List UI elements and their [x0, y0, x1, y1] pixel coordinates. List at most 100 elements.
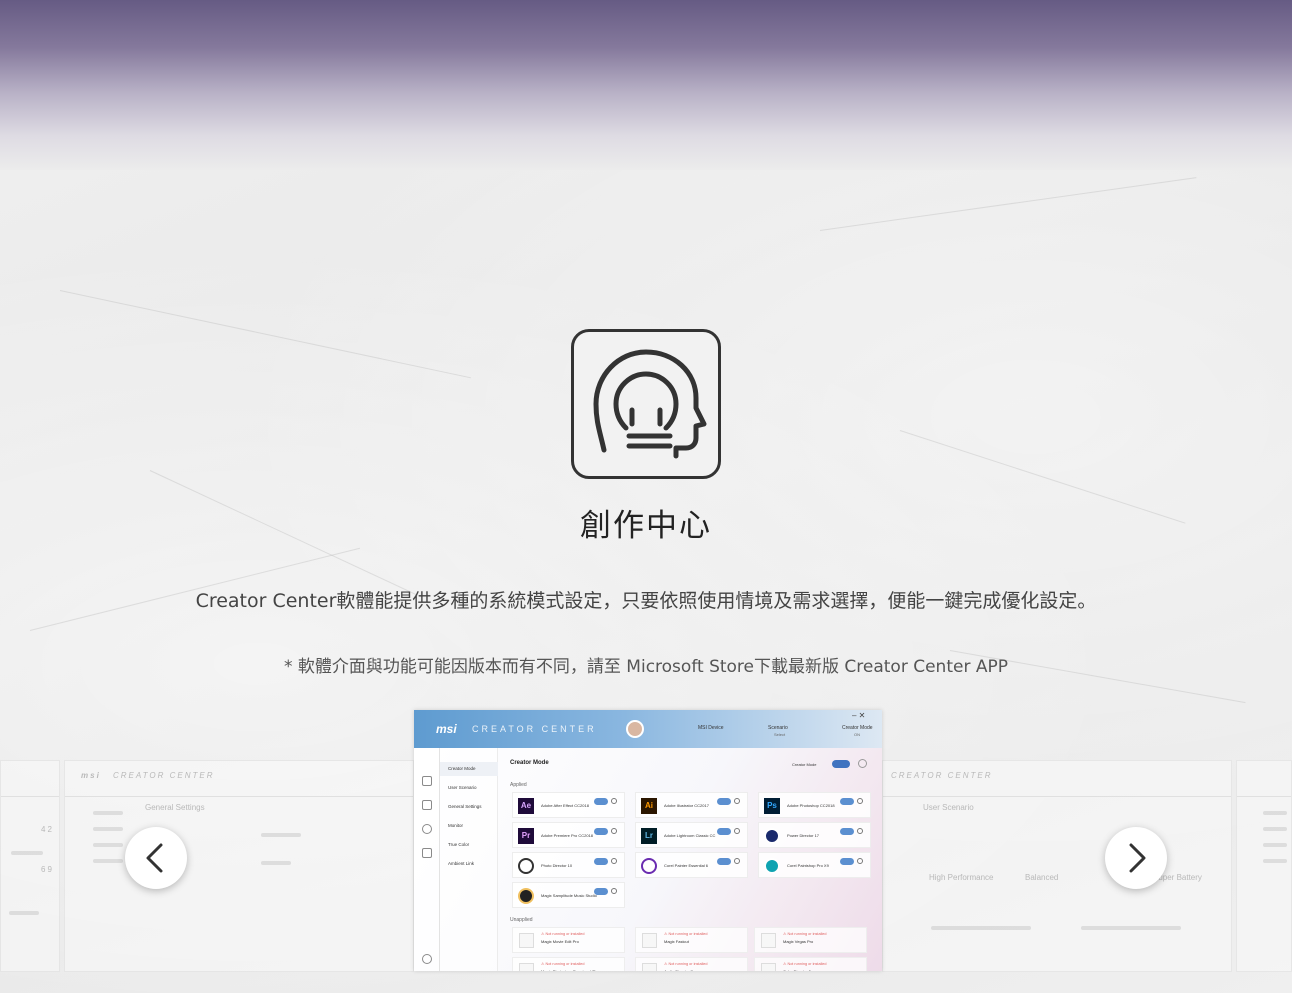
app-icon: Pr — [518, 828, 534, 844]
window-controls[interactable]: – ✕ — [852, 711, 865, 720]
gear-icon[interactable] — [611, 798, 617, 804]
app-card[interactable]: Corel Paintshop Pro X9 — [758, 852, 871, 878]
app-card[interactable]: Corel Painter Essential 6 — [635, 852, 748, 878]
top-gradient-band — [0, 0, 1292, 170]
app-card[interactable]: Power Director 17 — [758, 822, 871, 848]
app-toggle[interactable] — [594, 798, 608, 805]
grid-icon[interactable] — [422, 800, 432, 810]
app-name: Photo Director 10 — [541, 863, 573, 868]
gear-icon[interactable] — [611, 828, 617, 834]
app-header: msi CREATOR CENTER MSI Device Scenario S… — [414, 710, 882, 748]
app-toggle[interactable] — [840, 858, 854, 865]
gear-icon[interactable] — [611, 888, 617, 894]
app-toggle[interactable] — [840, 798, 854, 805]
app-icon: Ai — [641, 798, 657, 814]
nav-item-monitor[interactable]: Monitor — [448, 823, 463, 828]
gear-icon[interactable] — [734, 858, 740, 864]
app-toggle[interactable] — [594, 888, 608, 895]
ghost-brand-sub: CREATOR CENTER — [113, 771, 215, 780]
app-icon: Ae — [518, 798, 534, 814]
mode-dropdown[interactable]: Creator Mode — [842, 725, 873, 731]
app-name: Corel Paintshop Pro X9 — [787, 863, 829, 868]
unapplied-app-card[interactable]: ⚠ Not running or installed Magix Movie Ed… — [512, 927, 625, 953]
app-placeholder-icon — [761, 963, 776, 971]
unapplied-label: Unapplied — [510, 917, 533, 923]
applied-label: Applied — [510, 782, 527, 788]
gear-icon[interactable] — [857, 828, 863, 834]
unapplied-app-card[interactable]: ⚠ Not running or installed Audio Director… — [635, 957, 748, 971]
gear-icon[interactable] — [422, 954, 432, 964]
app-toggle[interactable] — [717, 858, 731, 865]
app-name: Magix Photostory Premium VR — [541, 969, 596, 971]
app-toggle[interactable] — [594, 858, 608, 865]
nav-item-user-scenario[interactable]: User Scenario — [448, 785, 477, 790]
app-toggle[interactable] — [717, 828, 731, 835]
page-title: 創作中心 — [580, 508, 712, 544]
avatar[interactable] — [626, 720, 644, 738]
nav-item-true-color[interactable]: True Color — [448, 842, 469, 847]
home-icon[interactable] — [422, 776, 432, 786]
ghost-option: Balanced — [1025, 873, 1059, 882]
app-name: Magix Movie Edit Pro — [541, 939, 579, 944]
ghost-title: General Settings — [145, 803, 205, 812]
app-icon — [518, 888, 534, 904]
mode-toggle-label: Creator Mode — [792, 762, 817, 767]
ghost-value: 69 — [41, 865, 54, 874]
gear-icon[interactable] — [734, 798, 740, 804]
warning-text: ⚠ Not running or installed — [541, 932, 585, 936]
unapplied-app-card[interactable]: ⚠ Not running or installed Magix Vegas Pr… — [754, 927, 867, 953]
carousel-next-button[interactable] — [1105, 827, 1167, 889]
carousel-slide-next: CREATOR CENTER User Scenario High Perfor… — [882, 760, 1232, 972]
refresh-icon[interactable] — [422, 824, 432, 834]
scenario-dropdown[interactable]: Scenario — [768, 725, 788, 731]
creator-center-logo-icon — [571, 329, 721, 479]
app-toggle[interactable] — [594, 828, 608, 835]
gear-icon[interactable] — [857, 858, 863, 864]
chevron-right-icon — [1129, 843, 1146, 873]
app-icon: Ps — [764, 798, 780, 814]
app-name: Magix Vegas Pro — [783, 939, 814, 944]
app-card[interactable]: Ae Adobe After Effect CC2018 — [512, 792, 625, 818]
app-placeholder-icon — [519, 963, 534, 971]
unapplied-app-card[interactable]: ⚠ Not running or installed Magix Photosto… — [512, 957, 625, 971]
carousel-prev-button[interactable] — [125, 827, 187, 889]
app-toggle[interactable] — [717, 798, 731, 805]
gear-icon[interactable] — [611, 858, 617, 864]
app-card[interactable]: Photo Director 10 — [512, 852, 625, 878]
icon-sidebar — [414, 748, 440, 971]
screenshot-carousel: 42 69 msi CREATOR CENTER General Setting… — [0, 708, 1292, 993]
toolbox-icon[interactable] — [422, 848, 432, 858]
nav-item-creator-mode[interactable]: Creator Mode — [448, 766, 476, 771]
device-dropdown[interactable]: MSI Device — [698, 725, 724, 731]
app-name: Corel Painter Essential 6 — [664, 863, 709, 868]
app-placeholder-icon — [519, 933, 534, 948]
app-name: Power Director 17 — [787, 833, 820, 838]
gear-icon[interactable] — [857, 798, 863, 804]
app-card[interactable]: Magix Samplitude Music Studio — [512, 882, 625, 908]
app-icon — [641, 858, 657, 874]
nav-item-general-settings[interactable]: General Settings — [448, 804, 482, 809]
carousel-slide-prev: 42 69 — [0, 760, 60, 972]
chevron-left-icon — [146, 843, 163, 873]
nav-item-ambient-link[interactable]: Ambient Link — [448, 861, 474, 866]
app-placeholder-icon — [642, 933, 657, 948]
app-icon: Lr — [641, 828, 657, 844]
app-card[interactable]: Lr Adobe Lightroom Classic CC — [635, 822, 748, 848]
app-toggle[interactable] — [840, 828, 854, 835]
warning-text: ⚠ Not running or installed — [783, 962, 827, 966]
carousel-slide-next-2 — [1236, 760, 1292, 972]
app-brand: msi — [436, 722, 457, 736]
app-card[interactable]: Pr Adobe Premiere Pro CC2018 — [512, 822, 625, 848]
app-placeholder-icon — [761, 933, 776, 948]
app-name: Adobe Lightroom Classic CC — [664, 833, 716, 838]
warning-text: ⚠ Not running or installed — [783, 932, 827, 936]
section-title: Creator Mode — [510, 760, 549, 766]
app-card[interactable]: Ps Adobe Photoshop CC2018 — [758, 792, 871, 818]
info-icon[interactable] — [858, 759, 867, 768]
unapplied-app-card[interactable]: ⚠ Not running or installed Magix Fastcut — [635, 927, 748, 953]
unapplied-app-card[interactable]: ⚠ Not running or installed Color Director… — [754, 957, 867, 971]
page-description: Creator Center軟體能提供多種的系統模式設定，只要依照使用情境及需求… — [195, 590, 1097, 612]
gear-icon[interactable] — [734, 828, 740, 834]
creator-mode-toggle[interactable] — [832, 760, 850, 768]
app-card[interactable]: Ai Adobe Illustrator CC2017 — [635, 792, 748, 818]
